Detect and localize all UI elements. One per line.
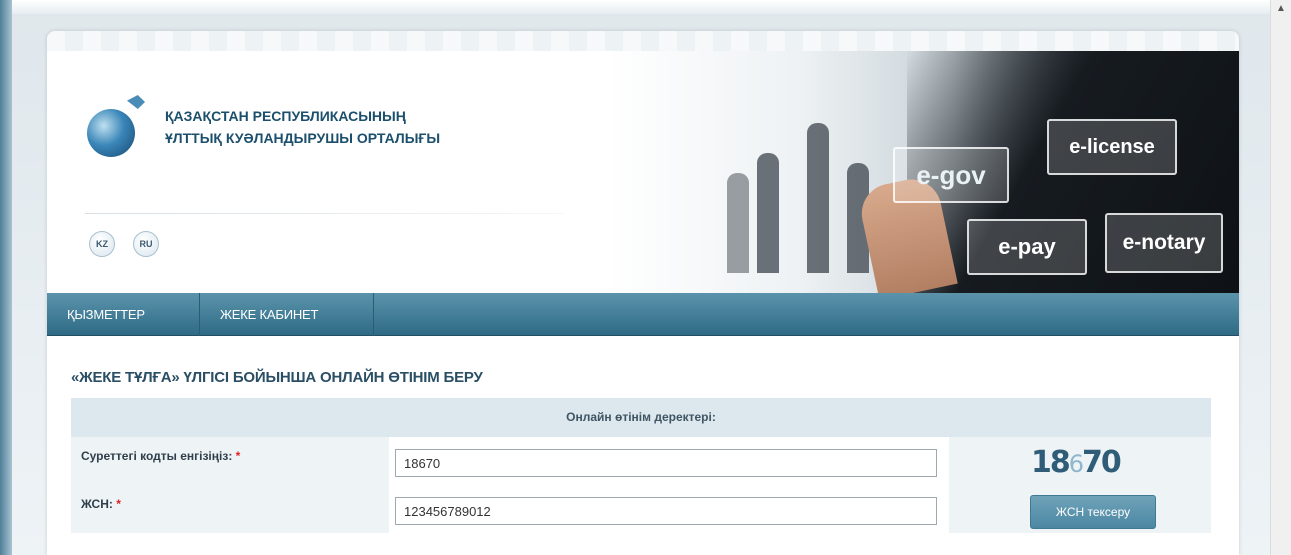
check-iin-button[interactable]: ЖСН тексеру bbox=[1030, 495, 1156, 529]
language-kz-button[interactable]: KZ bbox=[89, 231, 115, 257]
banner-person bbox=[807, 123, 829, 273]
window-left-edge bbox=[0, 0, 12, 555]
header-banner: e-gov e-license e-pay e-notary bbox=[607, 51, 1239, 293]
page-title: «ЖЕКЕ ТҰЛҒА» ҮЛГІСІ БОЙЫНША ОНЛАЙН ӨТІНІ… bbox=[71, 369, 483, 386]
main-navigation: ҚЫЗМЕТТЕР ЖЕКЕ КАБИНЕТ bbox=[47, 293, 1239, 336]
captcha-image-part: 6 bbox=[1068, 450, 1084, 478]
iin-field-cell: ЖСН тексеру bbox=[389, 485, 1211, 533]
banner-tile-enotary: e-notary bbox=[1105, 213, 1223, 273]
scroll-up-icon[interactable]: ▲ bbox=[1276, 4, 1286, 14]
organization-name: ҚАЗАҚСТАН РЕСПУБЛИКАСЫНЫҢ ҰЛТТЫҚ КУӘЛАНД… bbox=[165, 105, 440, 149]
captcha-image-part: 70 bbox=[1082, 445, 1122, 480]
header-ornament bbox=[47, 31, 1239, 51]
captcha-image-part: 18 bbox=[1031, 445, 1071, 480]
site-container: ҚАЗАҚСТАН РЕСПУБЛИКАСЫНЫҢ ҰЛТТЫҚ КУӘЛАНД… bbox=[47, 31, 1239, 555]
iin-button-cell: ЖСН тексеру bbox=[949, 485, 1211, 533]
nav-item-personal-cabinet[interactable]: ЖЕКЕ КАБИНЕТ bbox=[200, 293, 374, 336]
banner-tile-egov: e-gov bbox=[893, 147, 1009, 203]
captcha-label: Суреттегі кодты енгізіңіз: * bbox=[71, 437, 389, 485]
captcha-input[interactable] bbox=[395, 449, 937, 477]
banner-tile-epay: e-pay bbox=[967, 219, 1087, 275]
banner-person bbox=[757, 153, 779, 273]
window-top-band bbox=[12, 0, 1270, 14]
language-ru-button[interactable]: RU bbox=[133, 231, 159, 257]
online-application-form: Онлайн өтінім деректері: Суреттегі кодты… bbox=[71, 398, 1211, 533]
org-name-line2: ҰЛТТЫҚ КУӘЛАНДЫРУШЫ ОРТАЛЫҒЫ bbox=[165, 130, 441, 146]
required-mark: * bbox=[116, 497, 121, 511]
iin-row: ЖСН: * ЖСН тексеру bbox=[71, 485, 1211, 533]
captcha-image: 18670 bbox=[1031, 445, 1122, 480]
iin-input[interactable] bbox=[395, 497, 937, 525]
logo-arrow-icon bbox=[127, 95, 145, 109]
banner-tile-elicense: e-license bbox=[1047, 119, 1177, 175]
captcha-field-cell: 18670 bbox=[389, 437, 1211, 485]
globe-logo-icon bbox=[87, 109, 135, 157]
captcha-label-text: Суреттегі кодты енгізіңіз: bbox=[81, 449, 233, 463]
captcha-row: Суреттегі кодты енгізіңіз: * 18670 bbox=[71, 437, 1211, 485]
iin-label: ЖСН: * bbox=[71, 485, 389, 533]
banner-person bbox=[727, 173, 749, 273]
iin-label-text: ЖСН: bbox=[81, 497, 113, 511]
captcha-image-cell: 18670 bbox=[949, 437, 1211, 485]
vertical-scrollbar[interactable]: ▲ bbox=[1270, 0, 1291, 555]
org-name-line1: ҚАЗАҚСТАН РЕСПУБЛИКАСЫНЫҢ bbox=[165, 108, 406, 124]
required-mark: * bbox=[235, 449, 241, 463]
nav-item-services[interactable]: ҚЫЗМЕТТЕР bbox=[47, 293, 200, 336]
header-divider bbox=[85, 213, 565, 214]
form-header: Онлайн өтінім деректері: bbox=[71, 398, 1211, 437]
